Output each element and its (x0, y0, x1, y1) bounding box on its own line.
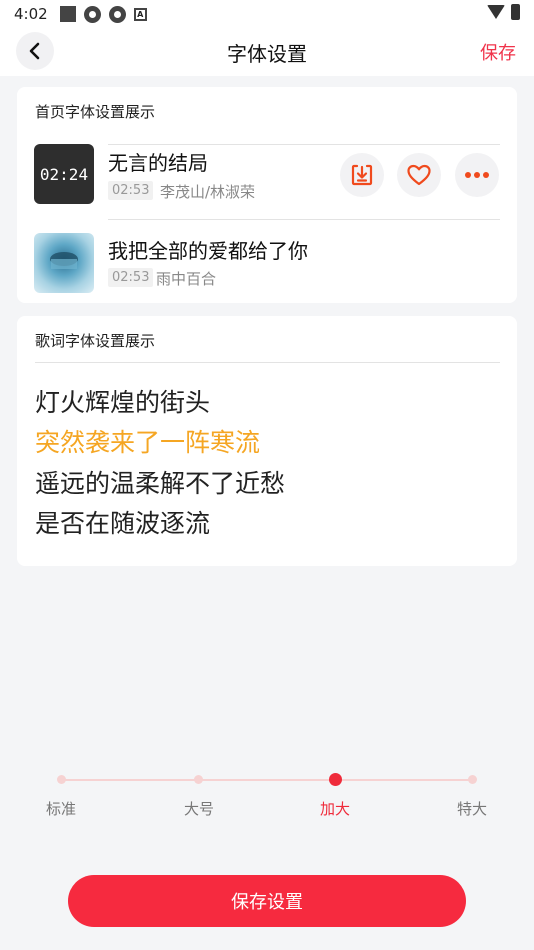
slider-step-standard[interactable] (57, 775, 66, 784)
song-duration: 02:53 (108, 181, 154, 200)
cover-artwork (50, 252, 78, 269)
more-horizontal-icon (465, 172, 489, 178)
page-title: 字体设置 (227, 42, 307, 66)
song-artist: 雨中百合 (156, 270, 217, 288)
home-font-preview-card: 首页字体设置展示 02:24 无言的结局 02:53 李茂山/林淑荣 我把全部的… (17, 87, 517, 303)
app-header: 字体设置 保存 (0, 28, 534, 76)
download-button[interactable] (340, 153, 384, 197)
download-icon (351, 164, 373, 186)
system-icons (487, 4, 520, 20)
slider-thumb[interactable] (329, 773, 342, 786)
slider-track[interactable] (61, 779, 473, 781)
song-title[interactable]: 无言的结局 (108, 147, 208, 176)
more-button[interactable] (455, 153, 499, 197)
lyric-line: 遥远的温柔解不了近愁 (35, 469, 286, 498)
slider-step-large[interactable] (194, 775, 203, 784)
notification-icons: A (59, 5, 147, 23)
slider-step-extra-large[interactable] (468, 775, 477, 784)
song-duration: 02:53 (108, 268, 154, 287)
lyric-line: 是否在随波逐流 (35, 509, 211, 538)
lyric-line: 灯火辉煌的街头 (35, 388, 211, 417)
sync-notification-icon-2 (108, 5, 126, 23)
size-option-extra-large[interactable]: 特大 (457, 798, 487, 819)
song-cover[interactable] (34, 233, 94, 293)
song-title[interactable]: 我把全部的爱都给了你 (108, 235, 308, 264)
battery-icon (511, 4, 520, 20)
a-notification-icon: A (133, 7, 147, 21)
size-option-large[interactable]: 大号 (184, 798, 214, 819)
home-preview-title: 首页字体设置展示 (35, 103, 156, 121)
heart-icon (407, 164, 431, 186)
header-save-button[interactable]: 保存 (480, 39, 516, 65)
cover-text: 02:24 (39, 164, 89, 184)
song-cover[interactable]: 02:24 (34, 144, 94, 204)
sync-notification-icon (83, 5, 101, 23)
divider (35, 362, 500, 363)
favorite-button[interactable] (397, 153, 441, 197)
size-option-standard[interactable]: 标准 (46, 798, 76, 819)
lyrics-preview-title: 歌词字体设置展示 (35, 332, 156, 350)
divider (108, 219, 500, 220)
wifi-icon (487, 5, 505, 19)
app-notification-icon (59, 6, 76, 22)
divider (108, 144, 500, 145)
status-bar: 4:02 A (0, 0, 534, 28)
status-time: 4:02 (14, 5, 48, 23)
lyrics-font-preview-card: 歌词字体设置展示 灯火辉煌的街头 突然袭来了一阵寒流 遥远的温柔解不了近愁 是否… (17, 316, 517, 566)
song-artist: 李茂山/林淑荣 (160, 183, 256, 201)
save-settings-button[interactable]: 保存设置 (68, 875, 466, 927)
size-option-larger[interactable]: 加大 (320, 798, 350, 819)
lyric-line-active: 突然袭来了一阵寒流 (35, 428, 261, 457)
